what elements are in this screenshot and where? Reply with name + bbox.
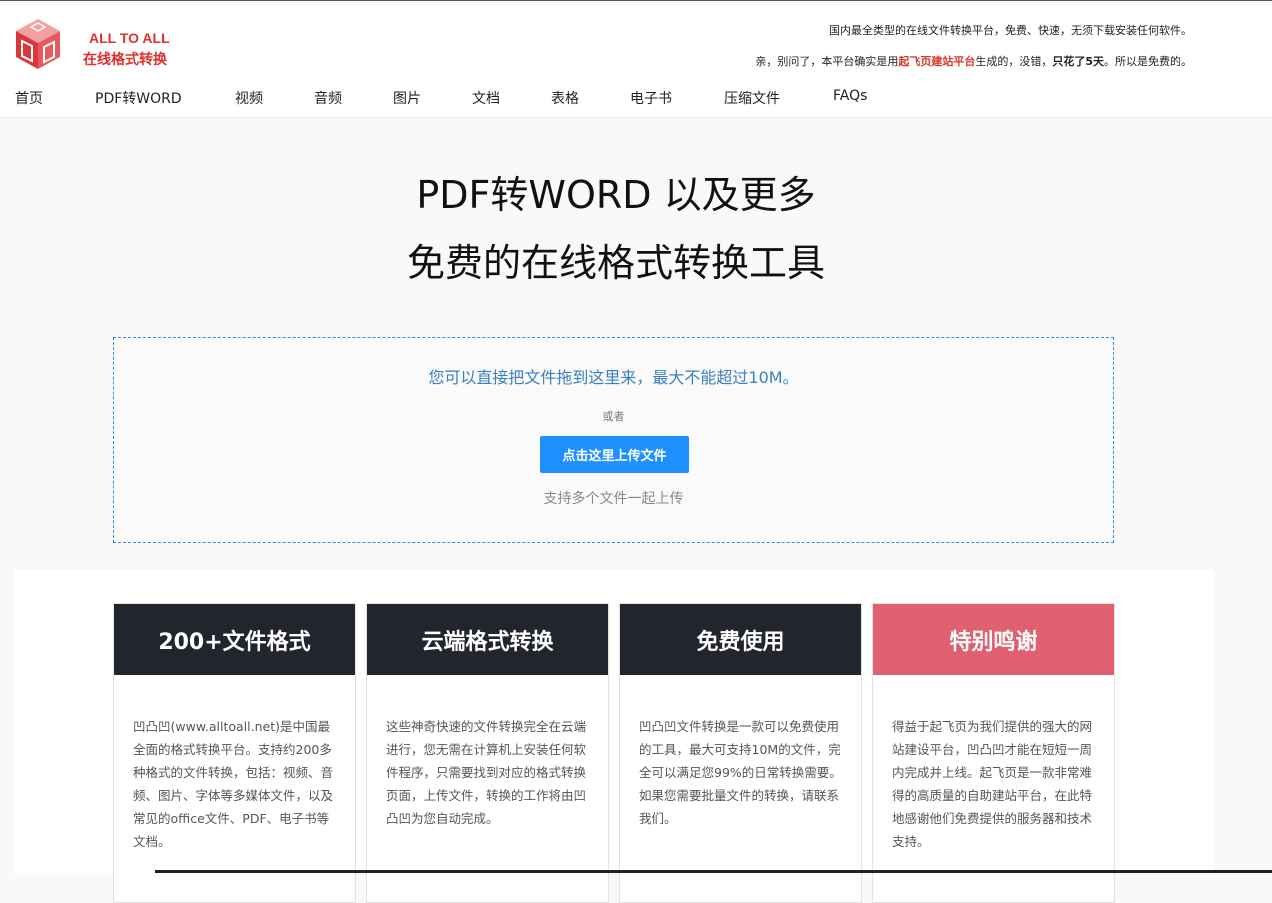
feature-card-free: 免费使用 凹凸凹文件转换是一款可以免费使用的工具，最大可支持10M的文件，完全可… [619,603,862,903]
brand-name-cn[interactable]: 在线格式转换 [83,49,167,69]
header-note-part2: 生成的，没错， [975,55,1053,68]
feature-card-text: 凹凸凹文件转换是一款可以免费使用的工具，最大可支持10M的文件，完全可以满足您9… [639,719,842,826]
feature-card-text: 得益于起飞页为我们提供的强大的网站建设平台，凹凸凹才能在短短一周内完成并上线。起… [892,719,1093,849]
nav-item-pdf-to-word[interactable]: PDF转WORD [95,88,182,108]
file-drop-zone[interactable]: 您可以直接把文件拖到这里来，最大不能超过10M。 或者 点击这里上传文件 支持多… [113,337,1114,543]
feature-card-formats: 200+文件格式 凹凸凹(www.alltoall.net)是中国最全面的格式转… [113,603,356,903]
upload-button[interactable]: 点击这里上传文件 [540,436,689,473]
nav-item-audio[interactable]: 音频 [314,88,342,108]
nav-item-archive[interactable]: 压缩文件 [724,88,780,108]
drop-zone-text: 您可以直接把文件拖到这里来，最大不能超过10M。 [428,368,799,387]
feature-card-cloud: 云端格式转换 这些神奇快速的文件转换完全在云端进行，您无需在计算机上安装任何软件… [366,603,609,903]
nav-item-image[interactable]: 图片 [393,88,421,108]
brand-name-en[interactable]: ALL TO ALL [89,30,170,46]
nav-item-video[interactable]: 视频 [235,88,263,108]
feature-card-title: 特别鸣谢 [873,604,1114,675]
qifeiye-link[interactable]: 起飞页建站平台 [898,55,975,68]
hero-subtitle: 免费的在线格式转换工具 [406,241,825,285]
drop-zone-or: 或者 [602,410,625,423]
feature-card-title: 200+文件格式 [114,604,355,675]
site-header: ALL TO ALL 在线格式转换 国内最全类型的在线文件转换平台，免费、快速，… [0,1,1272,118]
nav-item-ebook[interactable]: 电子书 [630,88,672,108]
features-section: 200+文件格式 凹凸凹(www.alltoall.net)是中国最全面的格式转… [14,570,1214,903]
nav-item-home[interactable]: 首页 [15,88,43,108]
feature-card-title: 云端格式转换 [367,604,608,675]
logo-cube-icon[interactable] [14,17,62,71]
header-tagline: 国内最全类型的在线文件转换平台，免费、快速，无须下载安装任何软件。 [829,24,1192,37]
feature-card-title: 免费使用 [620,604,861,675]
nav-item-document[interactable]: 文档 [472,88,500,108]
header-note: 亲，别问了，本平台确实是用起飞页建站平台生成的，没错，只花了5天。所以是免费的。 [755,53,1192,69]
feature-card-text: 凹凸凹(www.alltoall.net)是中国最全面的格式转换平台。支持约20… [133,719,334,849]
header-note-part1: 亲，别问了，本平台确实是用 [755,55,899,68]
header-note-part3: 。所以是免费的。 [1104,55,1192,68]
multi-upload-hint: 支持多个文件一起上传 [543,491,684,507]
nav-item-spreadsheet[interactable]: 表格 [551,88,579,108]
feature-card-thanks: 特别鸣谢 得益于起飞页为我们提供的强大的网站建设平台，凹凸凹才能在短短一周内完成… [872,603,1115,903]
nav-item-faqs[interactable]: FAQs [833,88,867,104]
feature-card-text: 这些神奇快速的文件转换完全在云端进行，您无需在计算机上安装任何软件程序，只需要找… [386,719,587,826]
header-note-bold: 只花了5天 [1052,55,1104,68]
hero-title: PDF转WORD 以及更多 [416,173,816,217]
